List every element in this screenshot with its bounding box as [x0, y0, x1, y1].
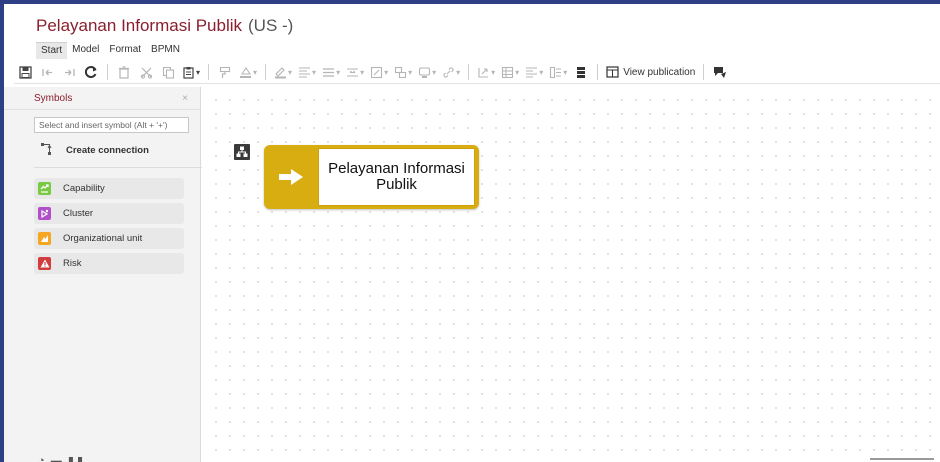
arrow-right-icon	[264, 145, 318, 209]
view-publication-button[interactable]: View publication	[603, 63, 698, 81]
spacing-icon[interactable]: ▾	[343, 63, 367, 81]
symbol-label: Capability	[63, 183, 105, 194]
divider	[34, 167, 202, 168]
process-label: Pelayanan Informasi Publik	[328, 160, 465, 193]
toolbar-separator	[107, 64, 108, 80]
line-color-icon[interactable]: ▾	[271, 63, 295, 81]
tab-model[interactable]: Model	[67, 42, 104, 58]
symbols-panel: Symbols × Create connection Capability C…	[4, 87, 202, 462]
risk-icon	[38, 257, 51, 270]
create-connection-button[interactable]: Create connection	[40, 141, 200, 159]
table-icon[interactable]: ▾	[498, 63, 522, 81]
language-selector[interactable]: (US -)	[248, 16, 293, 36]
connection-icon	[40, 142, 58, 159]
hierarchy-icon[interactable]	[234, 144, 250, 160]
arrange-icon[interactable]: ▾	[391, 63, 415, 81]
model-canvas[interactable]: Pelayanan Informasi Publik	[205, 87, 940, 462]
symbol-cluster[interactable]: Cluster	[34, 203, 184, 224]
insert-icon[interactable]: ▾	[474, 63, 498, 81]
symbol-risk[interactable]: Risk	[34, 253, 184, 274]
toolbar: ▾ ▾ ▾ ▾ ▾ ▾ ▾ ▾ ▾ ▾ ▾ ▾ ▾ ▾ View publica…	[14, 61, 940, 84]
view-publication-label: View publication	[623, 66, 696, 78]
process-shape[interactable]: Pelayanan Informasi Publik	[264, 145, 479, 209]
feedback-icon[interactable]	[709, 63, 731, 81]
menu-tabs: Start Model Format BPMN	[36, 41, 185, 59]
redo-icon[interactable]	[58, 63, 80, 81]
symbols-panel-title: Symbols	[34, 92, 73, 104]
link-icon[interactable]: ▾	[439, 63, 463, 81]
copy-icon[interactable]	[157, 63, 179, 81]
cut-icon[interactable]	[135, 63, 157, 81]
symbol-label: Cluster	[63, 208, 94, 219]
symbol-search-input[interactable]	[34, 117, 189, 133]
toolbar-separator	[208, 64, 210, 80]
view-icon[interactable]: ▾	[546, 63, 570, 81]
format-painter-icon[interactable]	[214, 63, 236, 81]
resize-icon[interactable]: ▾	[367, 63, 391, 81]
toolbar-separator	[265, 64, 267, 80]
process-label-box: Pelayanan Informasi Publik	[318, 148, 475, 206]
undo-icon[interactable]	[36, 63, 58, 81]
capability-icon	[38, 182, 51, 195]
fill-color-icon[interactable]: ▾	[236, 63, 260, 81]
horizontal-scrollbar[interactable]	[870, 458, 934, 460]
delete-icon[interactable]	[113, 63, 135, 81]
create-connection-label: Create connection	[66, 144, 149, 156]
tab-bpmn[interactable]: BPMN	[146, 42, 185, 58]
model-title: Pelayanan Informasi Publik	[36, 16, 243, 35]
distribute-icon[interactable]: ▾	[319, 63, 343, 81]
tab-format[interactable]: Format	[104, 42, 146, 58]
toolbar-separator	[703, 64, 705, 80]
symbol-label: Organizational unit	[63, 233, 143, 244]
close-icon[interactable]: ×	[182, 93, 188, 104]
symbols-panel-header: Symbols ×	[4, 87, 200, 110]
stack-icon[interactable]	[570, 63, 592, 81]
publication-icon	[606, 66, 619, 78]
cluster-icon	[38, 207, 51, 220]
org-unit-icon	[38, 232, 51, 245]
symbol-organizational-unit[interactable]: Organizational unit	[34, 228, 184, 249]
layout-icon[interactable]: ▾	[522, 63, 546, 81]
align-icon[interactable]: ▾	[295, 63, 319, 81]
toolbar-separator	[597, 64, 599, 80]
toolbar-separator	[468, 64, 470, 80]
symbol-label: Risk	[63, 258, 82, 269]
tab-start[interactable]: Start	[36, 41, 68, 59]
refresh-icon[interactable]	[80, 63, 102, 81]
paste-icon[interactable]: ▾	[179, 63, 203, 81]
save-icon[interactable]	[14, 63, 36, 81]
symbol-capability[interactable]: Capability	[34, 178, 184, 199]
title-bar: Pelayanan Informasi Publik (US -)	[36, 14, 293, 38]
symbol-list: Capability Cluster Organizational unit R…	[34, 178, 200, 274]
shape-icon[interactable]: ▾	[415, 63, 439, 81]
sidebar-bottom-section: ◔ ▬ ▮ ▮	[38, 455, 84, 462]
window-frame-top	[0, 0, 940, 4]
